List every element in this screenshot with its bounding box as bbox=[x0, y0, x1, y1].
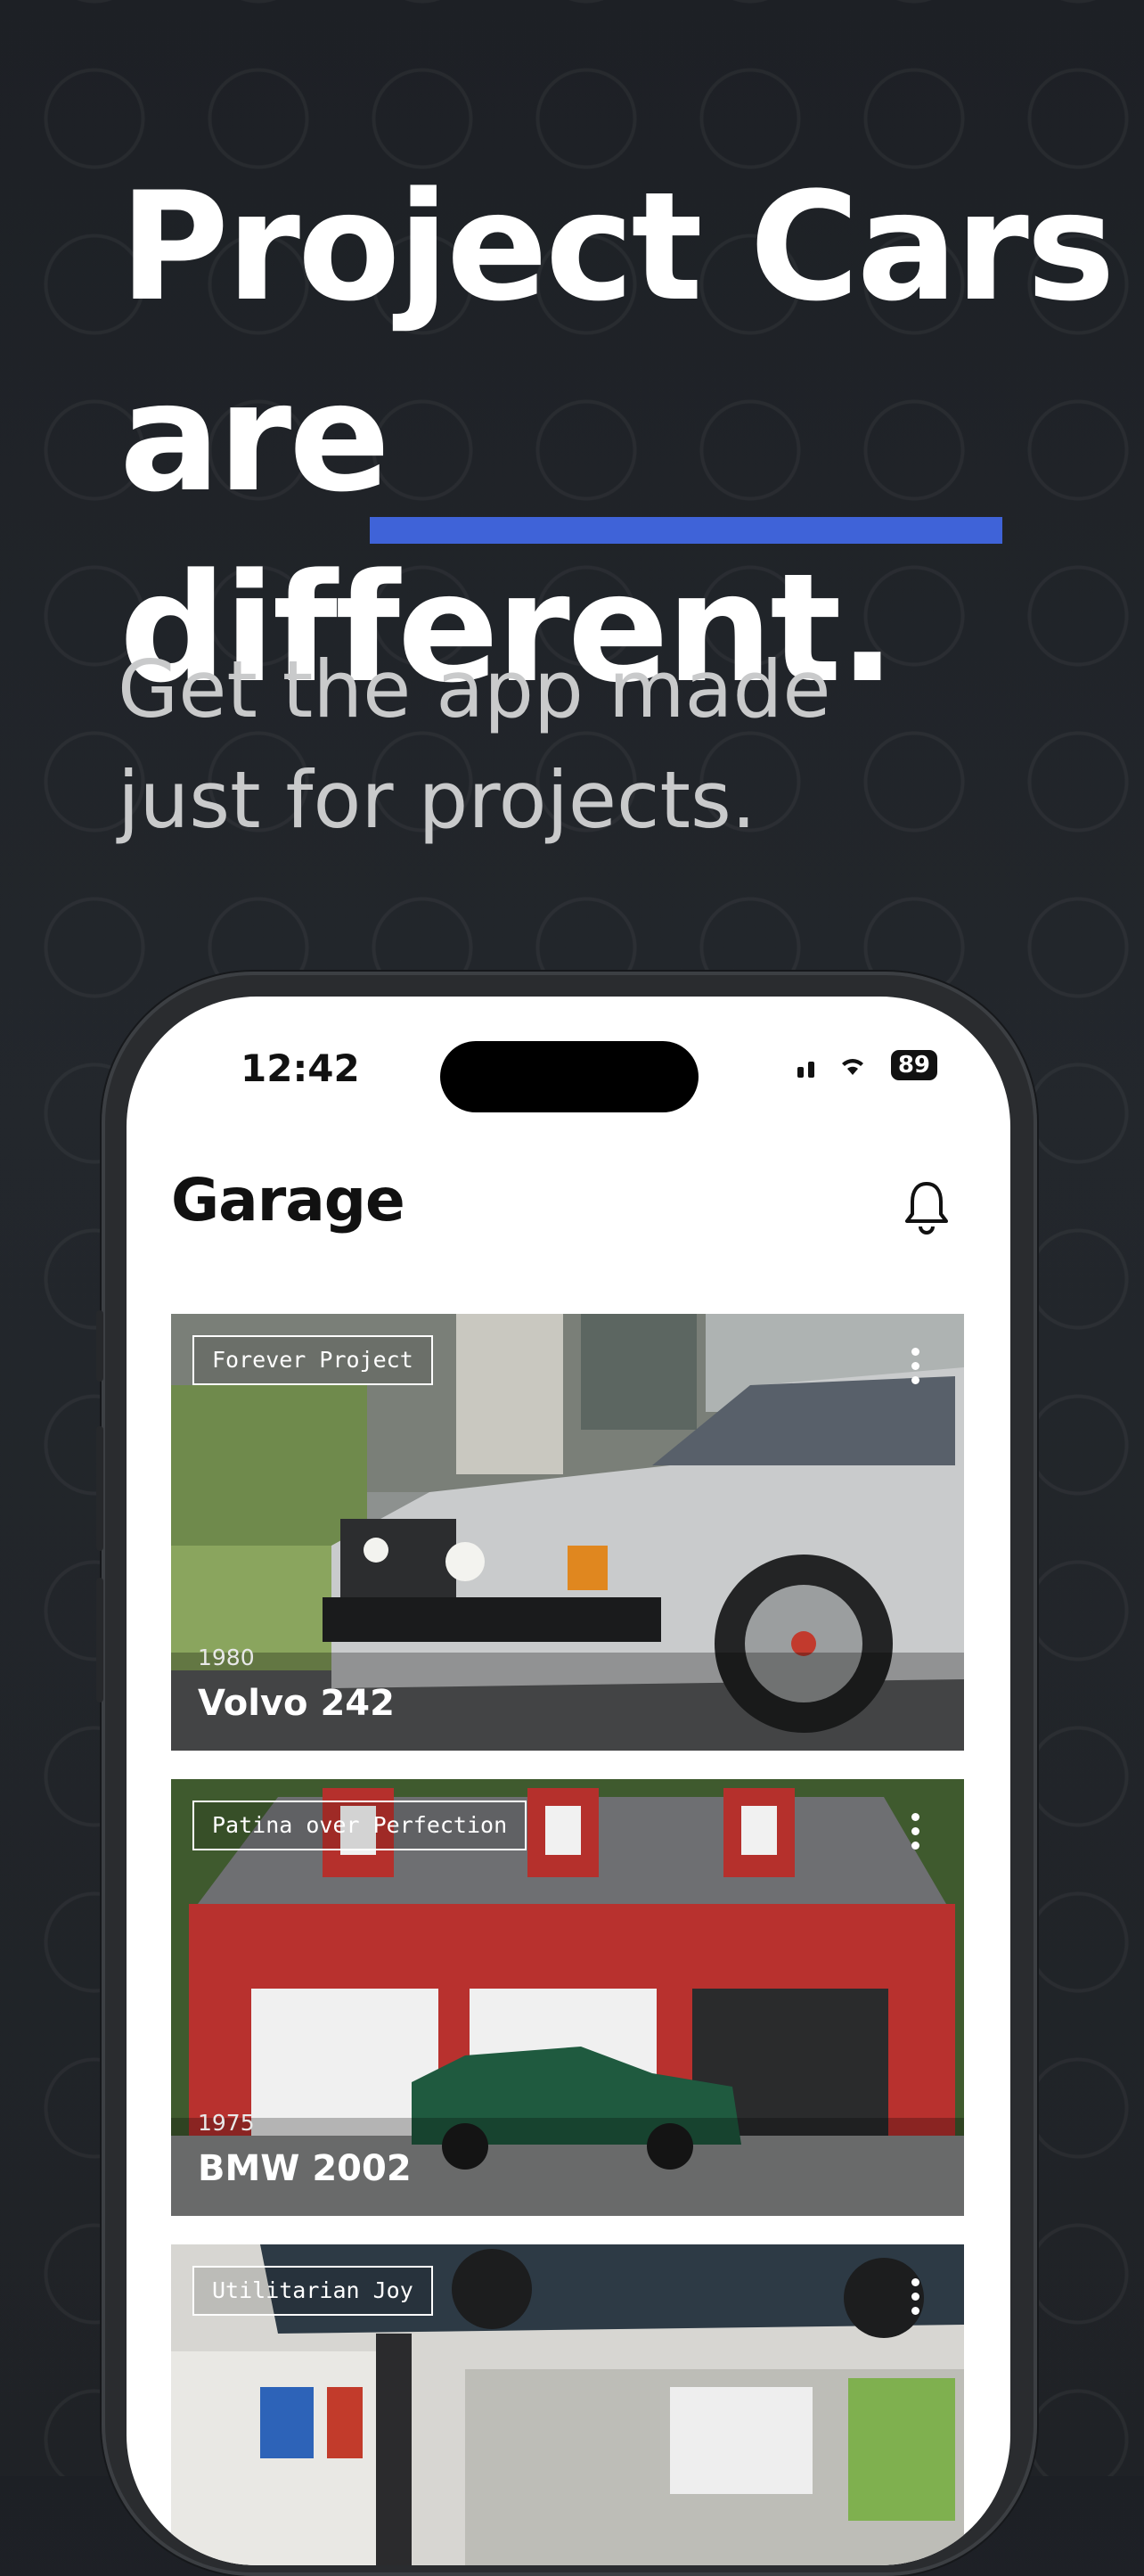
car-card-utilitarian[interactable]: Utilitarian Joy bbox=[171, 2244, 964, 2565]
car-year: 1980 bbox=[198, 1645, 255, 1670]
car-tag: Patina over Perfection bbox=[192, 1801, 527, 1850]
more-options-icon[interactable] bbox=[911, 1813, 919, 1850]
car-tag: Utilitarian Joy bbox=[192, 2266, 433, 2316]
promo-subheadline: Get the app made just for projects. bbox=[118, 635, 830, 856]
car-card-volvo[interactable]: Forever Project 1980 Volvo 242 bbox=[171, 1314, 964, 1751]
phone-screen: 12:42 89 Garage Forever Project 1980 Vol… bbox=[127, 997, 1010, 2565]
phone-volume-up-button bbox=[96, 1426, 103, 1551]
more-options-icon[interactable] bbox=[911, 1348, 919, 1384]
dynamic-island bbox=[440, 1041, 699, 1112]
car-name: Volvo 242 bbox=[198, 1683, 395, 1724]
car-year: 1975 bbox=[198, 2110, 255, 2136]
phone-volume-down-button bbox=[96, 1578, 103, 1702]
car-tag: Forever Project bbox=[192, 1335, 433, 1385]
headline-line-2-prefix: are bbox=[119, 350, 390, 525]
bell-icon[interactable] bbox=[902, 1178, 952, 1235]
more-options-icon[interactable] bbox=[911, 2278, 919, 2315]
page-title: Garage bbox=[171, 1166, 405, 1235]
signal-icon bbox=[797, 1053, 814, 1078]
headline-line-1: Project Cars bbox=[119, 160, 1115, 334]
headline-underline-accent bbox=[370, 517, 1002, 544]
wifi-icon bbox=[841, 1059, 863, 1075]
status-icons: 89 bbox=[797, 1050, 937, 1080]
subhead-line-2: just for projects. bbox=[118, 754, 756, 846]
car-name: BMW 2002 bbox=[198, 2148, 412, 2189]
battery-icon: 89 bbox=[890, 1050, 937, 1080]
car-card-bmw[interactable]: Patina over Perfection 1975 BMW 2002 bbox=[171, 1779, 964, 2216]
subhead-line-1: Get the app made bbox=[118, 644, 831, 735]
phone-action-button bbox=[96, 1310, 103, 1382]
status-time: 12:42 bbox=[241, 1046, 360, 1090]
